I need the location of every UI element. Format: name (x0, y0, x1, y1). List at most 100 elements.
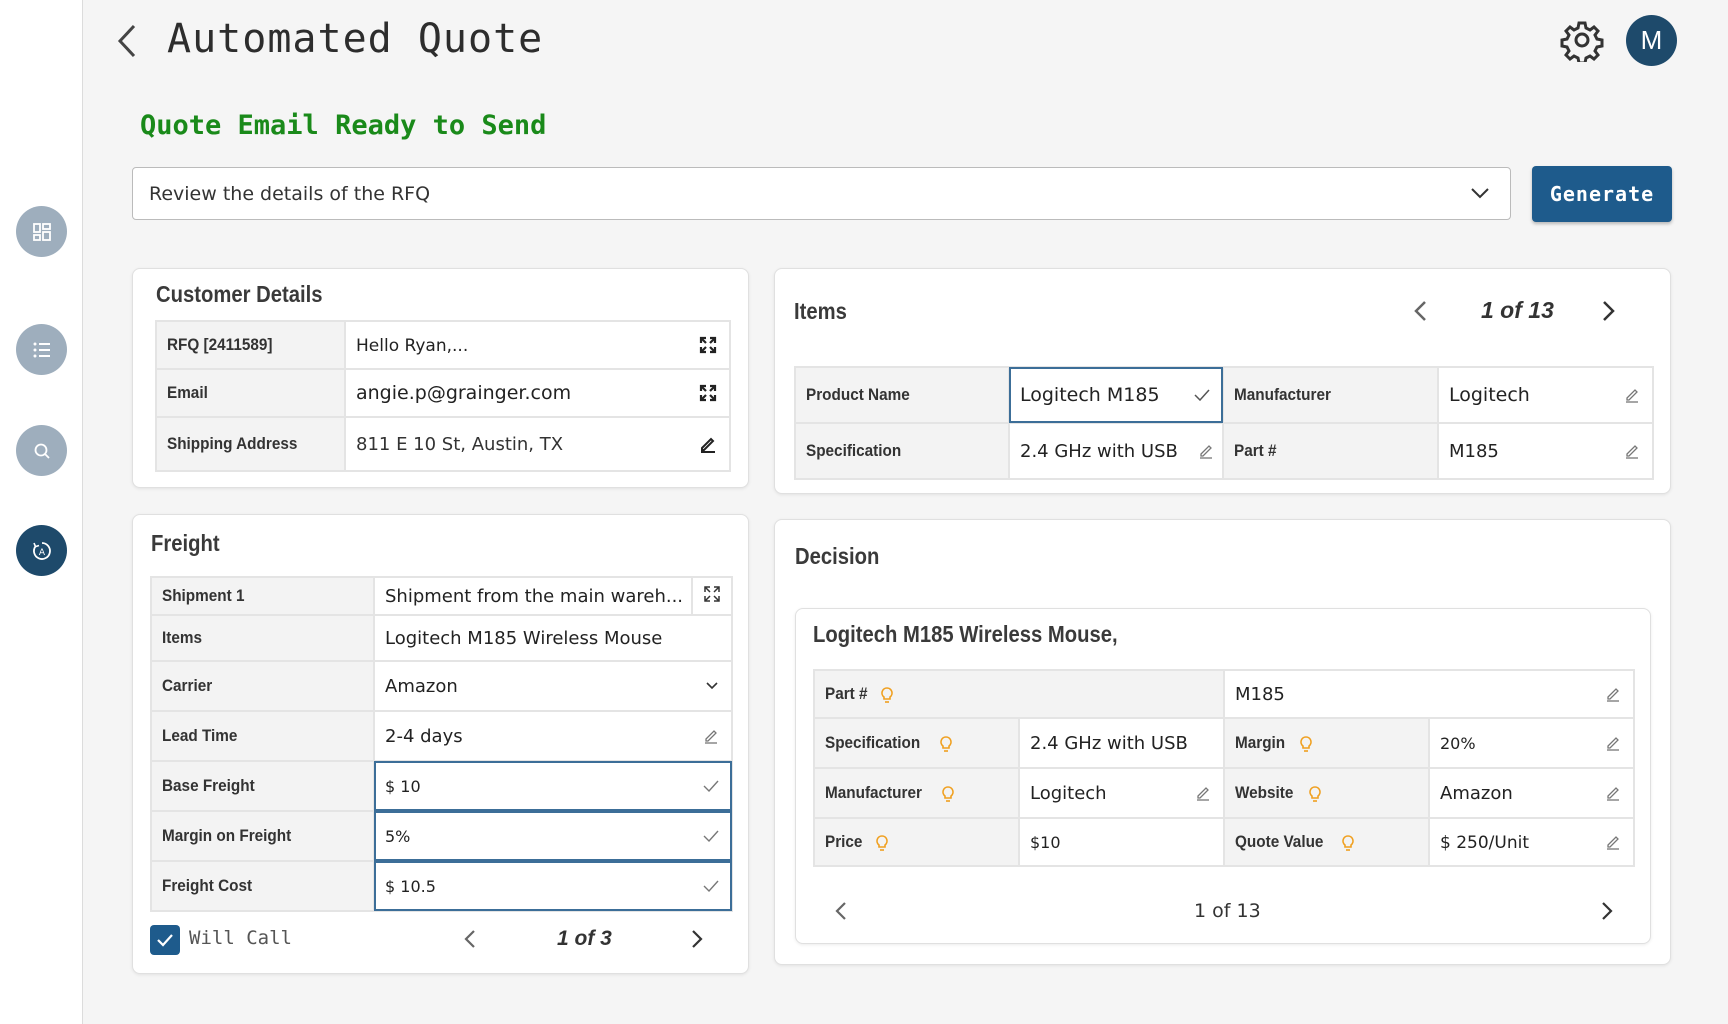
quote-value-field[interactable]: $ 250/Unit (1427, 817, 1636, 867)
lightbulb-icon[interactable] (939, 735, 953, 753)
price-label: Price (813, 817, 1020, 867)
part-number-field[interactable]: M185 (1437, 422, 1654, 480)
rfq-dropdown[interactable]: Review the details of the RFQ (132, 167, 1511, 220)
pencil-icon[interactable] (703, 728, 719, 744)
page-title: Automated Quote (167, 16, 544, 62)
check-icon[interactable] (1194, 389, 1210, 401)
chevron-left-icon[interactable] (1413, 300, 1429, 322)
pencil-icon[interactable] (1605, 834, 1621, 850)
decision-card: Decision Logitech M185 Wireless Mouse, P… (774, 519, 1671, 965)
pencil-icon[interactable] (1605, 686, 1621, 702)
lightbulb-icon[interactable] (1341, 834, 1355, 852)
sidebar: A (0, 0, 83, 1024)
items-card: Items 1 of 13 Product Name Logitech M185… (774, 268, 1671, 494)
lead-time-field[interactable]: 2-4 days (373, 710, 733, 762)
shipment-expand-button[interactable] (691, 576, 733, 616)
lead-time-label: Lead Time (150, 710, 375, 762)
pencil-icon[interactable] (1605, 785, 1621, 801)
avatar[interactable]: M (1626, 15, 1677, 66)
manufacturer-field[interactable]: Logitech (1018, 767, 1225, 819)
chevron-down-icon (706, 682, 718, 690)
freight-pager: 1 of 3 (463, 927, 704, 951)
part-number-label: Part # (813, 669, 1225, 719)
rfq-label: RFQ [2411589] (155, 320, 346, 370)
table-row: Carrier Amazon (150, 660, 733, 712)
website-field[interactable]: Amazon (1427, 767, 1636, 819)
part-number-field[interactable]: M185 (1222, 669, 1636, 719)
margin-on-freight-field[interactable]: 5% (373, 810, 733, 862)
items-pager: 1 of 13 (1413, 297, 1616, 324)
product-name-label: Product Name (794, 366, 1010, 424)
expand-icon[interactable] (699, 384, 717, 402)
pencil-icon[interactable] (1605, 735, 1621, 751)
carrier-label: Carrier (150, 660, 375, 712)
chevron-left-icon[interactable] (463, 929, 477, 949)
email-value[interactable]: angie.p@grainger.com (344, 368, 731, 418)
chevron-right-icon[interactable] (690, 929, 704, 949)
settings-button[interactable] (1560, 18, 1604, 65)
email-label: Email (155, 368, 346, 418)
base-freight-field[interactable]: $ 10 (373, 760, 733, 812)
specification-field[interactable]: 2.4 GHz with USB (1008, 422, 1224, 480)
pencil-icon[interactable] (1198, 443, 1214, 459)
customer-details-title: Customer Details (156, 281, 323, 307)
lightbulb-icon[interactable] (880, 686, 894, 704)
check-icon (157, 934, 173, 947)
pencil-icon[interactable] (1195, 785, 1211, 801)
rfq-dropdown-value: Review the details of the RFQ (149, 182, 431, 205)
pencil-icon[interactable] (1624, 443, 1640, 459)
shipment-label: Shipment 1 (150, 576, 375, 616)
pencil-icon[interactable] (699, 435, 717, 453)
shipping-address-label: Shipping Address (155, 416, 346, 472)
sidebar-list-button[interactable] (16, 324, 67, 375)
product-name-field[interactable]: Logitech M185 (1008, 366, 1224, 424)
chevron-right-icon[interactable] (1600, 300, 1616, 322)
specification-label: Specification (813, 717, 1020, 769)
carrier-select[interactable]: Amazon (373, 660, 733, 712)
freight-table: Shipment 1 Shipment from the main wareh.… (150, 576, 733, 912)
expand-icon[interactable] (699, 336, 717, 354)
check-icon[interactable] (703, 780, 719, 792)
table-row: Manufacturer Logitech Website Amazon (813, 767, 1636, 819)
check-icon[interactable] (703, 880, 719, 892)
will-call-checkbox[interactable] (150, 925, 180, 955)
part-number-label: Part # (1222, 422, 1439, 480)
manufacturer-label: Manufacturer (1222, 366, 1439, 424)
decision-title: Decision (795, 543, 880, 569)
check-icon[interactable] (703, 830, 719, 842)
quote-value-label: Quote Value (1223, 817, 1430, 867)
items-pager-count: 1 of 13 (1481, 297, 1554, 323)
decision-product-title: Logitech M185 Wireless Mouse, (813, 621, 1118, 647)
decision-pager-count: 1 of 13 (1194, 900, 1261, 922)
specification-label: Specification (794, 422, 1010, 480)
chevron-left-icon[interactable] (834, 901, 848, 921)
freight-pager-count: 1 of 3 (557, 927, 612, 950)
chevron-right-icon[interactable] (1600, 901, 1614, 921)
sidebar-dashboard-button[interactable] (16, 206, 67, 257)
freight-title: Freight (151, 530, 220, 556)
price-value: $10 (1018, 817, 1225, 867)
pencil-icon[interactable] (1624, 387, 1640, 403)
table-row: Base Freight $ 10 (150, 760, 733, 812)
margin-field[interactable]: 20% (1427, 717, 1636, 769)
shipment-value[interactable]: Shipment from the main wareh... (373, 576, 693, 616)
lightbulb-icon[interactable] (875, 834, 889, 852)
manufacturer-field[interactable]: Logitech (1437, 366, 1654, 424)
sidebar-automation-button[interactable]: A (16, 525, 67, 576)
decision-pager: 1 of 13 (834, 900, 1614, 922)
lightbulb-icon[interactable] (1308, 785, 1322, 803)
rfq-message-value[interactable]: Hello Ryan,... (344, 320, 731, 370)
back-button[interactable] (112, 22, 142, 60)
margin-label: Margin (1223, 717, 1430, 769)
lightbulb-icon[interactable] (941, 785, 955, 803)
shipping-address-value[interactable]: 811 E 10 St, Austin, TX (344, 416, 731, 472)
gear-icon (1560, 21, 1604, 65)
table-row: RFQ [2411589] Hello Ryan,... (155, 320, 731, 370)
freight-cost-field[interactable]: $ 10.5 (373, 860, 733, 912)
search-icon (34, 443, 50, 459)
generate-button[interactable]: Generate (1532, 166, 1672, 222)
list-icon (33, 342, 50, 357)
lightbulb-icon[interactable] (1299, 735, 1313, 753)
sidebar-search-button[interactable] (16, 425, 67, 476)
freight-card: Freight Shipment 1 Shipment from the mai… (132, 514, 749, 974)
